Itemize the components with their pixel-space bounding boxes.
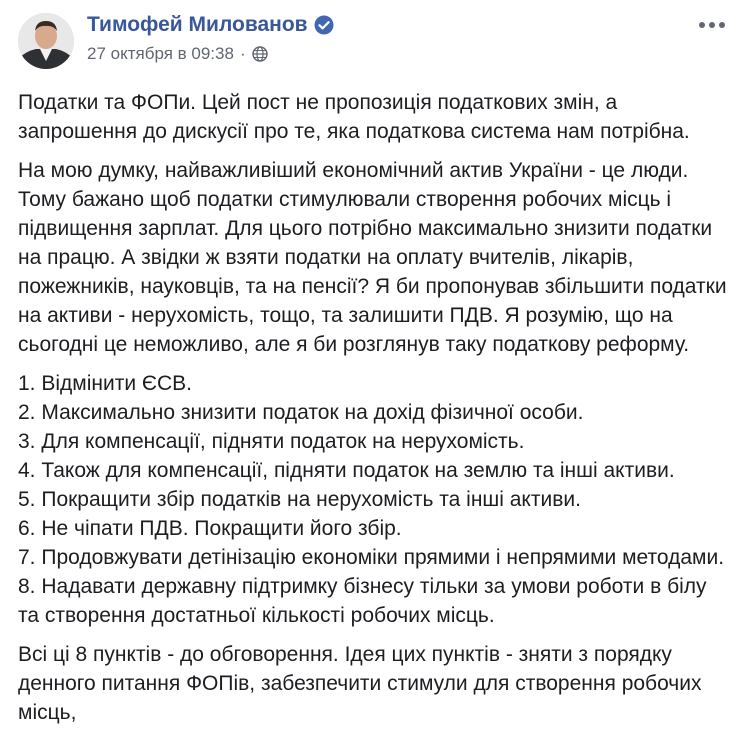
post-timestamp[interactable]: 27 октября в 09:38 (87, 44, 234, 64)
list-item: 1. Відмінити ЄСВ. (18, 372, 192, 395)
list-item: 3. Для компенсації, підняти податок на н… (18, 430, 525, 453)
globe-icon[interactable] (251, 46, 268, 62)
more-options-icon[interactable] (698, 18, 726, 32)
post-paragraph-intro: Податки та ФОПи. Цей пост не пропозиція … (18, 91, 690, 143)
meta-separator: · (239, 44, 246, 63)
list-item: 7. Продовжувати детінізацію економіки пр… (18, 546, 725, 569)
post-paragraph-opinion: На мою думку, найважливіший економічний … (18, 159, 727, 356)
post-paragraph-closing: Всі ці 8 пунктів - до обговорення. Ідея … (18, 643, 702, 724)
author-avatar[interactable] (18, 13, 74, 69)
proposal-list: 1. Відмінити ЄСВ. 2. Максимально знизити… (18, 369, 730, 630)
list-item: 8. Надавати державну підтримку бізнесу т… (18, 575, 707, 627)
list-item: 6. Не чіпати ПДВ. Покращити його збір. (18, 517, 402, 540)
list-item: 5. Покращити збір податків на нерухоміст… (18, 488, 581, 511)
avatar-photo (18, 13, 74, 69)
author-name[interactable]: Тимофей Милованов (87, 12, 308, 38)
list-item: 4. Також для компенсації, підняти подато… (18, 459, 675, 482)
post-body: Податки та ФОПи. Цей пост не пропозиція … (18, 88, 730, 737)
post-header: Тимофей Милованов 27 октября в 09:38 · (0, 0, 740, 80)
post-meta: 27 октября в 09:38 · (87, 43, 268, 65)
verified-badge-icon (314, 15, 334, 35)
list-item: 2. Максимально знизити податок на дохід … (18, 401, 584, 424)
facebook-post: Тимофей Милованов 27 октября в 09:38 · П… (0, 0, 740, 724)
